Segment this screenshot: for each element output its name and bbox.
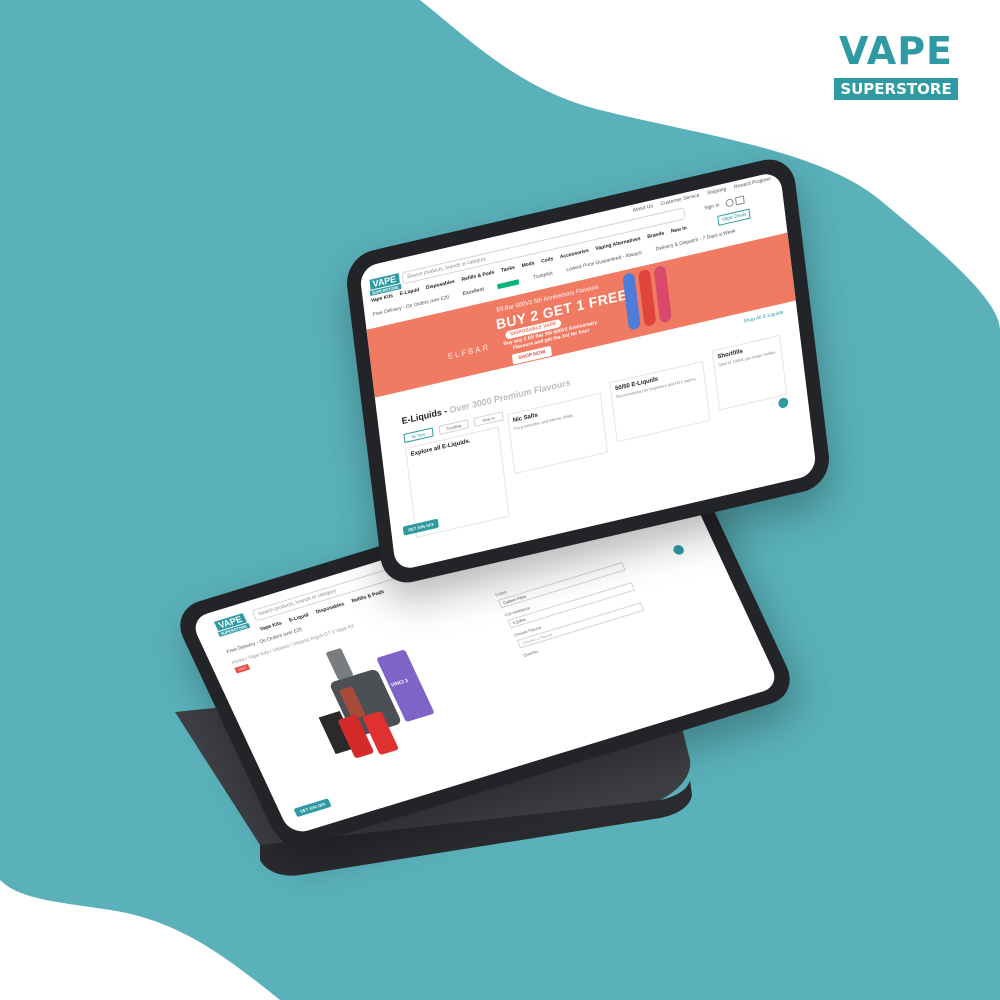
nav-item[interactable]: E-Liquid xyxy=(288,612,310,623)
discount-button[interactable]: GET 10% OFF xyxy=(293,798,333,818)
vape-product-image xyxy=(637,268,657,328)
chat-button[interactable] xyxy=(775,394,791,412)
top-link[interactable]: Reward Program xyxy=(734,176,772,190)
account-icon[interactable] xyxy=(725,197,735,208)
colour-select[interactable]: Carbon Fibre xyxy=(497,561,626,609)
card-5050[interactable]: 50/50 E-Liquids Recommended for beginner… xyxy=(609,360,711,443)
vape-deals-button[interactable]: Vape Deals xyxy=(717,208,752,226)
quantity-label: Quantity xyxy=(522,648,539,658)
chat-button[interactable] xyxy=(668,541,689,559)
section-title-main: E-Liquids - xyxy=(401,405,448,427)
trustpilot-stars-icon xyxy=(497,278,520,289)
trustpilot-rating: Excellent xyxy=(462,286,485,298)
nav-item[interactable]: Tanks xyxy=(501,265,515,274)
tab-by-type[interactable]: By Type xyxy=(403,427,434,444)
card-shortfills[interactable]: Shortfills 50ml or 100ml, get longer bot… xyxy=(711,334,788,411)
sign-in-link[interactable]: Sign In xyxy=(704,202,720,211)
top-link[interactable]: Shipping xyxy=(707,186,727,196)
top-link[interactable]: Customer Service xyxy=(660,192,699,207)
nav-item[interactable]: Coils xyxy=(541,256,554,265)
nav-item[interactable]: New In xyxy=(671,225,687,235)
vape-product-image xyxy=(653,264,673,324)
colour-label: Colour xyxy=(494,589,508,598)
tab-new-in[interactable]: New In xyxy=(473,411,504,427)
nav-item[interactable]: Disposables xyxy=(315,601,346,615)
top-link[interactable]: About Us xyxy=(633,203,654,214)
trustpilot-label: Trustpilot xyxy=(532,270,554,282)
card-nic-salts[interactable]: Nic Salts For a smoother and intense inh… xyxy=(507,392,609,475)
nav-item[interactable]: Vape Kits xyxy=(259,620,283,632)
nav-item[interactable]: Refills & Pods xyxy=(351,589,386,604)
cart-icon[interactable] xyxy=(735,195,745,206)
shop-all-link[interactable]: Shop All E-Liquids xyxy=(743,310,783,325)
sale-badge: SAVE xyxy=(234,663,251,674)
nav-item[interactable]: Disposables xyxy=(426,279,455,292)
nav-item[interactable]: Mods xyxy=(521,260,534,269)
nav-item[interactable]: Brands xyxy=(647,230,665,240)
tab-trending[interactable]: Trending xyxy=(438,419,469,436)
hero-brand: ELFBAR xyxy=(447,342,491,362)
screen-logo: VAPE SUPERSTORE xyxy=(213,613,250,637)
nav-item[interactable]: Refills & Pods xyxy=(461,270,494,284)
nav-item[interactable]: Accessories xyxy=(560,248,589,261)
card-explore[interactable]: Explore all E-Liquids. xyxy=(405,426,510,538)
vape-product-image xyxy=(622,272,641,331)
nav-item[interactable]: E-Liquid xyxy=(399,287,419,297)
